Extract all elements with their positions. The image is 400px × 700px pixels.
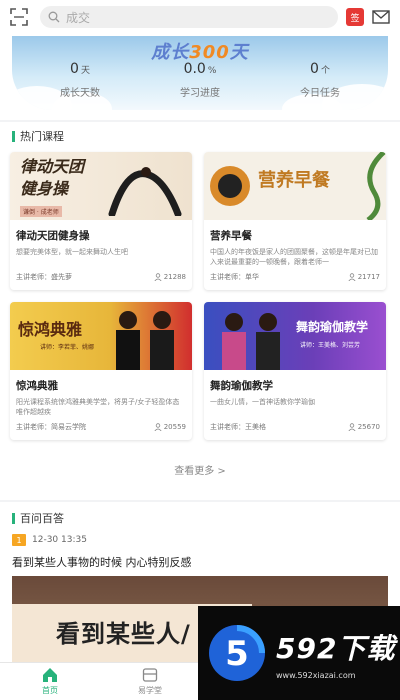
search-icon [48,11,60,23]
course-card[interactable]: 律动天团 健身操 谦倒 · 成老师 律动天团健身操 想要完美体型，就一起来舞动人… [10,152,192,290]
top-bar: 成交 签 [0,0,400,34]
mail-icon[interactable] [372,10,390,24]
section-title-text: 百问百答 [20,512,64,525]
hot-courses-section: 热门课程 律动天团 健身操 谦倒 · 成老师 律动天团健身操 想要完美体型，就一… [0,122,400,500]
food-illustration [210,166,250,206]
search-input[interactable]: 成交 [40,6,338,28]
qa-rank-badge: 1 [12,534,26,546]
view-more-link[interactable]: 查看更多 > [0,462,400,477]
stat-study-progress[interactable]: 0.0% 学习进度 [140,58,260,99]
thumbnail-title: 惊鸿典雅 [18,320,83,339]
section-title: 热门课程 [12,128,64,144]
course-card[interactable]: 惊鸿典雅 讲师：李若菲、姚娜 惊鸿典雅 阳光课程系统惊鸿雅典美学堂，将男子/女子… [10,302,192,440]
site-watermark: 5 592下载 www.592xiazai.com [198,606,400,700]
section-accent-bar [12,130,15,142]
course-meta: 主讲老师：单华 21717 [210,272,380,282]
thumbnail-subtitle: 谦倒 · 成老师 [20,206,62,217]
watermark-text: 592下载 www.592xiazai.com [276,627,395,680]
tab-classroom[interactable]: 易学堂 [100,663,200,700]
stat-value: 0 [310,61,319,77]
thumbnail-subtitle: 讲师：李若菲、姚娜 [40,344,95,351]
stat-label: 成长天数 [60,88,100,99]
sign-in-button[interactable]: 签 [346,8,364,26]
svg-text:5: 5 [225,634,249,674]
tab-label: 首页 [42,686,58,695]
stat-unit: 个 [320,66,330,76]
stat-unit: 天 [80,66,90,76]
course-teacher: 主讲老师：盛先萝 [16,273,72,281]
classroom-icon [142,668,158,682]
stat-label: 今日任务 [300,88,340,99]
app-screen: 成交 签 成长300天 0天 成长天数 0.0% 学习进度 0个 今日任务 热门… [0,0,400,700]
thumbnail-title: 舞韵瑜伽教学 [296,320,369,334]
instructors-illustration [222,313,280,370]
course-description: 中国人的年夜饭是家人的团圆聚餐，这顿是年尾对已加入来说最重要的一顿晚餐，跟着老师… [210,248,378,266]
stat-value: 0 [70,61,79,77]
growth-stats-panel: 成长300天 0天 成长天数 0.0% 学习进度 0个 今日任务 [0,34,400,120]
course-description: 阳光课程系统惊鸿雅典美学堂，将男子/女子轻盈体态唯作超越疾 [16,398,180,416]
section-title: 百问百答 [12,510,64,526]
course-learner-count: 21717 [348,272,380,282]
course-card[interactable]: 营养早餐 营养早餐 中国人的年夜饭是家人的团圆聚餐，这顿是年尾对已加入来说最重要… [204,152,386,290]
qa-timestamp: 12-30 13:35 [32,535,87,545]
course-title: 营养早餐 [210,230,252,242]
instructors-illustration [116,311,174,370]
learner-count-value: 25670 [357,423,380,431]
qa-image-text: 看到某些人/ [56,620,191,648]
qa-meta: 1 12-30 13:35 [12,534,87,546]
watermark-brand: 592下载 [276,631,396,665]
course-learner-count: 21288 [154,272,186,282]
course-learner-count: 20559 [154,422,186,432]
user-icon [348,423,356,431]
user-icon [154,423,162,431]
course-teacher: 主讲老师：单华 [210,273,259,281]
course-meta: 主讲老师：盛先萝 21288 [16,272,186,282]
course-meta: 主讲老师：王美格 25670 [210,422,380,432]
stat-growth-days[interactable]: 0天 成长天数 [20,58,140,99]
course-learner-count: 25670 [348,422,380,432]
stat-unit: % [207,66,217,76]
learner-count-value: 21288 [163,273,186,281]
thumbnail-subtitle: 讲师：王美格、刘芸芳 [300,342,361,349]
learner-count-value: 21717 [357,273,380,281]
tab-home[interactable]: 首页 [0,663,100,700]
stat-label: 学习进度 [180,88,220,99]
stat-value: 0.0 [183,61,206,77]
course-thumbnail: 舞韵瑜伽教学 讲师：王美格、刘芸芳 [204,302,386,370]
course-thumbnail: 营养早餐 [204,152,386,220]
course-description: 一曲女儿情，一首神话教你学瑜伽 [210,398,315,406]
course-thumbnail: 律动天团 健身操 谦倒 · 成老师 [10,152,192,220]
home-icon [43,668,57,682]
leaf-illustration [366,152,386,220]
course-card[interactable]: 舞韵瑜伽教学 讲师：王美格、刘芸芳 舞韵瑜伽教学 一曲女儿情，一首神话教你学瑜伽… [204,302,386,440]
thumbnail-title: 营养早餐 [258,170,330,191]
course-teacher: 主讲老师：王美格 [210,423,266,431]
tab-label: 易学堂 [138,686,162,695]
qa-question[interactable]: 看到某些人事物的时候 内心特别反感 [12,554,192,570]
learner-count-value: 20559 [163,423,186,431]
course-description: 想要完美体型，就一起来舞动人生吧 [16,248,128,256]
scan-icon[interactable] [8,6,30,28]
section-title-text: 热门课程 [20,130,64,143]
course-thumbnail: 惊鸿典雅 讲师：李若菲、姚娜 [10,302,192,370]
thumbnail-title: 律动天团 健身操 [20,157,85,198]
search-placeholder: 成交 [66,10,91,25]
course-meta: 主讲老师：简易云学院 20559 [16,422,186,432]
user-icon [348,273,356,281]
user-icon [154,273,162,281]
course-title: 律动天团健身操 [16,230,90,242]
course-teacher: 主讲老师：简易云学院 [16,423,86,431]
dancer-illustration [108,167,182,216]
watermark-url: www.592xiazai.com [276,670,356,680]
section-accent-bar [12,512,15,524]
watermark-logo-icon: 5 [209,625,265,681]
course-title: 惊鸿典雅 [16,380,58,392]
course-title: 舞韵瑜伽教学 [210,380,273,392]
stat-today-tasks[interactable]: 0个 今日任务 [260,58,380,99]
